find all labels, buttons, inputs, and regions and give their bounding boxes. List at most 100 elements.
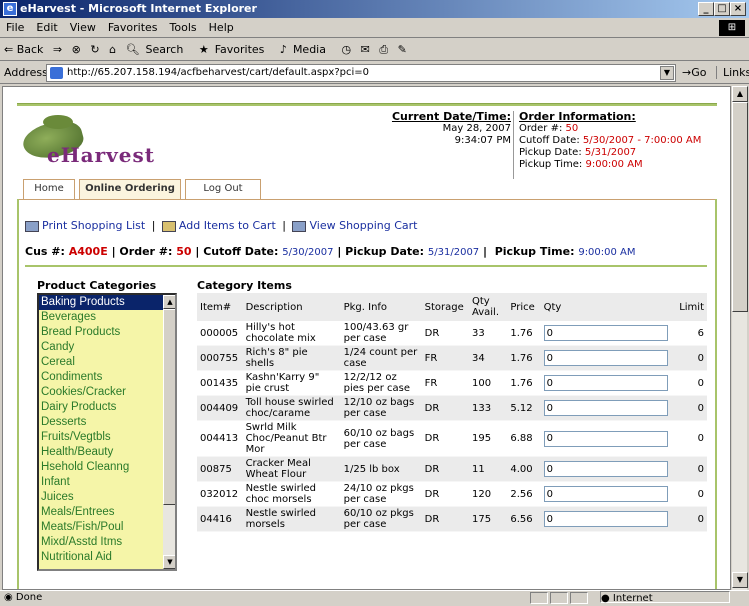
stop-icon[interactable]: ⊗ — [72, 43, 81, 56]
category-option[interactable]: Nutritional Aid — [39, 550, 175, 565]
page-scroll-thumb[interactable] — [732, 102, 748, 312]
qty-input[interactable] — [543, 350, 668, 366]
close-button[interactable]: × — [730, 2, 746, 16]
menu-help[interactable]: Help — [203, 18, 240, 37]
item-limit: 6 — [670, 321, 707, 346]
address-url: http://65.207.158.194/acfbeharvest/cart/… — [67, 67, 369, 78]
tab-online-ordering[interactable]: Online Ordering — [79, 179, 181, 200]
home-icon[interactable]: ⌂ — [109, 43, 116, 56]
favorites-button[interactable]: ★ Favorites — [199, 43, 271, 56]
scroll-up-icon[interactable]: ▲ — [163, 295, 175, 309]
go-button[interactable]: →Go — [682, 66, 706, 79]
col-description: Description — [242, 293, 341, 321]
item-limit: 0 — [670, 395, 707, 421]
view-shopping-cart-link[interactable]: View Shopping Cart — [309, 219, 417, 232]
category-option[interactable]: Fruits/Vegtbls — [39, 430, 175, 445]
item-number: 004413 — [197, 420, 243, 457]
print-icon[interactable]: ⎙ — [379, 43, 388, 56]
order-info-cutoff: Cutoff Date: 5/30/2007 - 7:00:00 AM — [519, 135, 730, 147]
menu-favorites[interactable]: Favorites — [102, 18, 164, 37]
history-icon[interactable]: ◷ — [341, 43, 351, 56]
table-row: 00875 Cracker Meal Wheat Flour 1/25 lb box… — [197, 456, 707, 482]
forward-button[interactable]: ⇒ — [53, 43, 62, 56]
menu-tools[interactable]: Tools — [164, 18, 203, 37]
page-scroll-up-icon[interactable]: ▲ — [732, 86, 748, 102]
item-number: 00875 — [197, 456, 243, 482]
qty-cell — [540, 420, 671, 457]
mail-icon[interactable]: ✉ — [361, 43, 370, 56]
add-to-cart-icon — [161, 220, 176, 232]
tab-home[interactable]: Home — [23, 179, 75, 199]
item-price: 1.76 — [507, 321, 541, 346]
menu-edit[interactable]: Edit — [30, 18, 63, 37]
qty-input[interactable] — [543, 325, 668, 341]
category-scroll-thumb[interactable] — [163, 309, 175, 505]
category-scrollbar[interactable]: ▲ ▼ — [163, 295, 175, 569]
menu-file[interactable]: File — [0, 18, 30, 37]
qty-cell — [540, 321, 671, 346]
minimize-button[interactable]: _ — [698, 2, 714, 16]
order-summary-line: Cus #: A400E | Order #: 50 | Cutoff Date… — [25, 245, 636, 258]
item-qty-avail: 100 — [468, 370, 508, 396]
address-label: Address — [4, 66, 48, 79]
qty-input[interactable] — [543, 486, 668, 502]
category-option[interactable]: Condiments — [39, 370, 175, 385]
category-option[interactable]: Meats/Fish/Poul — [39, 520, 175, 535]
table-row: 000755 Rich's 8" pie shells 1/24 count per… — [197, 345, 707, 371]
category-option[interactable]: Meals/Entrees — [39, 505, 175, 520]
address-dropdown-icon[interactable]: ▼ — [660, 66, 674, 80]
category-option[interactable]: Hsehold Cleanng — [39, 460, 175, 475]
summary-cutoff-value: 5/30/2007 — [282, 247, 334, 258]
category-option[interactable]: Baking Products — [39, 295, 175, 310]
page-scroll-down-icon[interactable]: ▼ — [732, 572, 748, 588]
standard-toolbar: ⇐ Back ⇒ ⊗ ↻ ⌂ 🔍︎ Search ★ Favorites ♪ Medi… — [0, 39, 749, 61]
media-icon: ♪ — [279, 43, 287, 56]
category-option[interactable]: Beverages — [39, 310, 175, 325]
edit-icon[interactable]: ✎ — [398, 43, 407, 56]
qty-input[interactable] — [543, 400, 668, 416]
qty-input[interactable] — [543, 375, 668, 391]
table-row: 004409 Toll house swirled choc/carame 12/1… — [197, 395, 707, 421]
media-button[interactable]: ♪ Media — [280, 43, 332, 56]
category-option[interactable]: Candy — [39, 340, 175, 355]
item-limit: 0 — [670, 370, 707, 396]
top-green-rule — [17, 103, 717, 106]
page-scrollbar[interactable]: ▲ ▼ — [731, 86, 748, 590]
tab-log-out[interactable]: Log Out — [185, 179, 261, 199]
col-item: Item# — [197, 293, 243, 321]
category-option[interactable]: Cookies/Cracker — [39, 385, 175, 400]
logo-text: eHarvest — [47, 143, 155, 167]
category-option[interactable]: Bread Products — [39, 325, 175, 340]
menu-bar: File Edit View Favorites Tools Help ⊞ — [0, 18, 749, 38]
scroll-down-icon[interactable]: ▼ — [163, 555, 175, 569]
print-shopping-list-link[interactable]: Print Shopping List — [42, 219, 145, 232]
category-option[interactable]: Cereal — [39, 355, 175, 370]
category-option[interactable]: Juices — [39, 490, 175, 505]
category-option[interactable]: Infant — [39, 475, 175, 490]
links-button[interactable]: Links — [716, 66, 749, 79]
category-option[interactable]: Dairy Products — [39, 400, 175, 415]
category-option[interactable]: Mixd/Asstd Itms — [39, 535, 175, 550]
summary-cutoff-label: Cutoff Date: — [203, 245, 283, 258]
maximize-button[interactable]: □ — [714, 2, 730, 16]
item-number: 032012 — [197, 481, 243, 507]
qty-input[interactable] — [543, 511, 668, 527]
qty-input[interactable] — [543, 461, 668, 477]
header-divider — [513, 111, 514, 179]
qty-input[interactable] — [543, 430, 668, 447]
back-button[interactable]: ⇐ Back — [4, 43, 43, 56]
col-limit: Limit — [670, 293, 707, 321]
item-number: 04416 — [197, 506, 243, 532]
category-items-heading: Category Items — [197, 279, 292, 292]
menu-view[interactable]: View — [64, 18, 102, 37]
search-button[interactable]: 🔍︎ Search — [126, 43, 190, 56]
summary-pickup-label: Pickup Date: — [345, 245, 428, 258]
add-items-to-cart-link[interactable]: Add Items to Cart — [179, 219, 276, 232]
item-number: 000755 — [197, 345, 243, 371]
category-option[interactable]: Desserts — [39, 415, 175, 430]
address-input[interactable]: http://65.207.158.194/acfbeharvest/cart/… — [46, 64, 676, 82]
category-option[interactable]: Health/Beauty — [39, 445, 175, 460]
cus-value: A400E — [68, 245, 108, 258]
refresh-icon[interactable]: ↻ — [90, 43, 99, 56]
category-listbox[interactable]: Baking Products Beverages Bread Products Ca… — [37, 293, 177, 571]
